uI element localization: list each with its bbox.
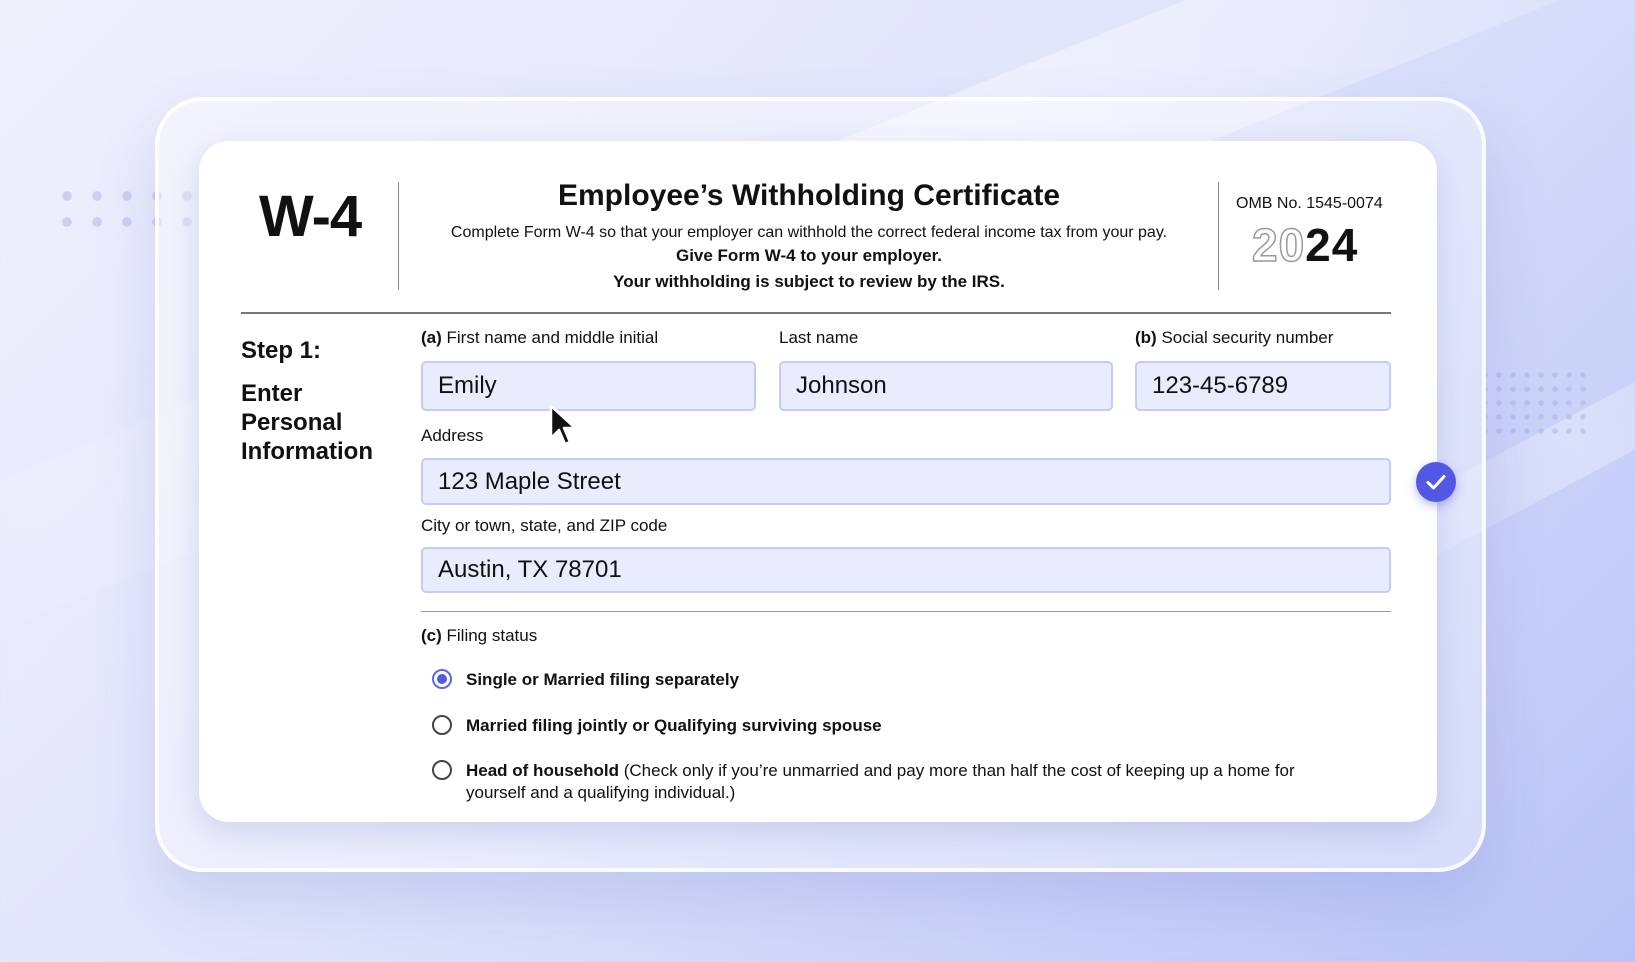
step-description: Enter Personal Information (241, 380, 373, 465)
form-id: W-4 (259, 184, 362, 249)
option-head-of-household-label[interactable]: Head of household (Check only if you’re … (466, 760, 1346, 804)
form-year: 2024 (1251, 218, 1359, 272)
form-title: Employee’s Withholding Certificate (557, 179, 1061, 212)
field-label: First name and middle initial (446, 328, 659, 347)
city-field[interactable]: Austin, TX 78701 (421, 547, 1391, 593)
w4-form-card: W-4 Employee’s Withholding Certificate C… (199, 141, 1437, 822)
form-notice: Your withholding is subject to review by… (613, 272, 1005, 291)
omb-number: OMB No. 1545-0074 (1236, 195, 1383, 212)
field-prefix: (a) (421, 328, 442, 347)
radio-married-jointly[interactable] (432, 715, 452, 735)
city-label: City or town, state, and ZIP code (421, 516, 668, 535)
decorative-dots (1478, 368, 1588, 438)
ssn-label: (b) Social security number (1135, 328, 1333, 348)
last-name-label: Last name (779, 328, 859, 347)
option-single-label[interactable]: Single or Married filing separately (466, 670, 739, 690)
divider (1218, 182, 1219, 290)
address-label: Address (421, 426, 484, 445)
filing-status-label: (c) Filing status (421, 626, 537, 646)
address-field[interactable]: 123 Maple Street (421, 458, 1391, 505)
year-suffix: 24 (1305, 219, 1359, 271)
field-label: Social security number (1161, 328, 1334, 347)
check-icon (1416, 462, 1456, 502)
form-instruction: Give Form W-4 to your employer. (675, 246, 943, 265)
field-prefix: (b) (1135, 328, 1157, 347)
radio-head-of-household[interactable] (432, 760, 452, 780)
first-name-label: (a) First name and middle initial (421, 328, 658, 348)
option-head-of-household-title: Head of household (466, 761, 619, 780)
option-married-jointly-label[interactable]: Married filing jointly or Qualifying sur… (466, 716, 882, 736)
radio-single[interactable] (432, 669, 452, 689)
first-name-field[interactable]: Emily (421, 361, 756, 411)
last-name-field[interactable]: Johnson (779, 361, 1113, 411)
field-label: Filing status (446, 626, 538, 645)
ssn-field[interactable]: 123-45-6789 (1135, 361, 1391, 411)
year-prefix: 20 (1251, 218, 1306, 272)
check-icon-glyph (1426, 475, 1446, 490)
step-label: Step 1: (241, 337, 322, 364)
section-separator (421, 611, 1391, 612)
header-separator (241, 312, 1391, 314)
mouse-cursor-icon (549, 404, 577, 446)
form-subtitle: Complete Form W-4 so that your employer … (450, 224, 1168, 241)
field-prefix: (c) (421, 626, 442, 645)
